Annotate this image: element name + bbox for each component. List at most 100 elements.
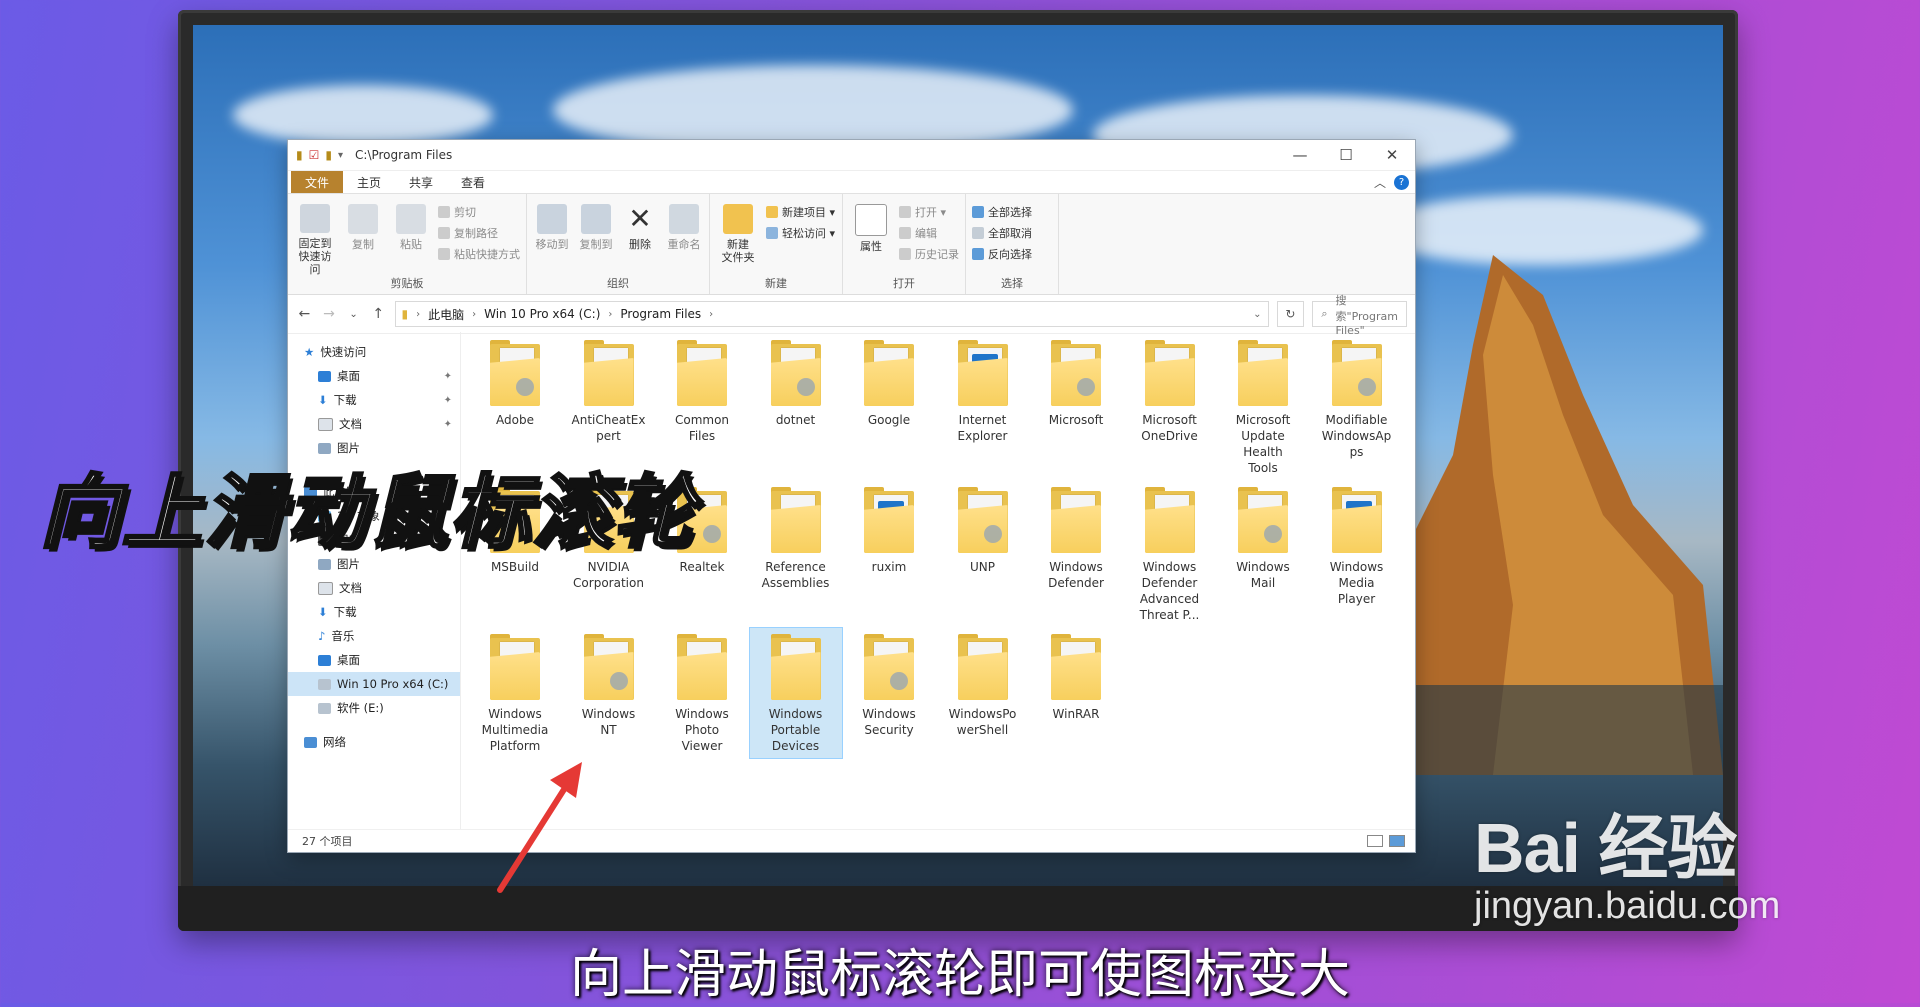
folder-item[interactable]: UNP bbox=[937, 481, 1029, 579]
folder-item[interactable]: Windows Portable Devices bbox=[748, 627, 843, 759]
folder-item[interactable]: Common Files bbox=[656, 334, 748, 448]
breadcrumb-this-pc[interactable]: 此电脑 bbox=[428, 306, 464, 323]
close-button[interactable]: ✕ bbox=[1369, 146, 1415, 164]
open-button[interactable]: 打开 ▾ bbox=[899, 204, 959, 220]
tab-file[interactable]: 文件 bbox=[291, 171, 344, 193]
folder-icon bbox=[677, 634, 727, 700]
address-dropdown-icon[interactable]: ⌄ bbox=[1253, 309, 1261, 320]
folder-icon bbox=[864, 487, 914, 553]
select-none-button[interactable]: 全部取消 bbox=[972, 225, 1032, 241]
folder-item[interactable]: Reference Assemblies bbox=[750, 481, 842, 595]
folder-item[interactable]: Microsoft Update Health Tools bbox=[1217, 334, 1309, 480]
nav-pc-downloads[interactable]: ⬇ 下载 bbox=[288, 600, 460, 624]
edit-button[interactable]: 编辑 bbox=[899, 225, 959, 241]
refresh-icon[interactable]: ↻ bbox=[1276, 301, 1305, 327]
up-arrow-icon[interactable]: ↑ bbox=[370, 306, 387, 322]
nav-drive-c[interactable]: Win 10 Pro x64 (C:) bbox=[288, 672, 460, 696]
tab-view[interactable]: 查看 bbox=[447, 171, 499, 193]
recent-dropdown-icon[interactable]: ⌄ bbox=[345, 309, 362, 320]
properties-check-icon bbox=[855, 204, 887, 236]
folder-item[interactable]: Microsoft bbox=[1030, 334, 1122, 432]
folder-item[interactable]: Internet Explorer bbox=[937, 334, 1029, 448]
breadcrumb-program-files[interactable]: Program Files bbox=[620, 307, 701, 321]
folder-item[interactable]: Google bbox=[843, 334, 935, 432]
folder-label: WindowsPo werShell bbox=[948, 707, 1017, 737]
new-folder-button[interactable]: 新建 文件夹 bbox=[716, 198, 760, 276]
minimize-button[interactable]: — bbox=[1277, 146, 1323, 164]
folder-label: Windows Photo Viewer bbox=[675, 707, 729, 753]
pin-to-quick-access-button[interactable]: 固定到 快速访问 bbox=[294, 198, 336, 276]
nav-quick-access[interactable]: ★ 快速访问 bbox=[288, 340, 460, 364]
folder-item[interactable]: Windows Defender Advanced Threat P... bbox=[1124, 481, 1216, 627]
folder-item[interactable]: Windows Photo Viewer bbox=[656, 628, 748, 758]
folder-label: Windows Defender bbox=[1048, 560, 1104, 590]
nav-drive-e[interactable]: 软件 (E:) bbox=[288, 696, 460, 720]
properties-button[interactable]: 属性 bbox=[849, 198, 893, 276]
qa-dropdown-icon[interactable]: ▾ bbox=[338, 150, 343, 161]
pin-icon: ✦ bbox=[443, 418, 452, 430]
folder-item[interactable]: Windows Media Player bbox=[1311, 481, 1403, 611]
nav-pc-documents[interactable]: 文档 bbox=[288, 576, 460, 600]
file-list: Adobe AntiCheatEx pert Common Files dotnet G… bbox=[461, 332, 1415, 830]
folder-icon bbox=[1051, 634, 1101, 700]
folder-item[interactable]: Windows Security bbox=[843, 628, 935, 742]
folder-item[interactable]: Microsoft OneDrive bbox=[1124, 334, 1216, 448]
folder-item[interactable]: WinRAR bbox=[1030, 628, 1122, 726]
folder-item[interactable]: dotnet bbox=[750, 334, 842, 432]
folder-item[interactable]: Windows Multimedia Platform bbox=[469, 628, 561, 758]
rename-button[interactable]: 重命名 bbox=[665, 198, 703, 276]
folder-icon: ▮ bbox=[296, 148, 303, 162]
copy-button[interactable]: 复制 bbox=[342, 198, 384, 276]
nav-network[interactable]: 网络 bbox=[288, 730, 460, 754]
paste-button[interactable]: 粘贴 bbox=[390, 198, 432, 276]
help-icon[interactable]: ? bbox=[1394, 174, 1409, 190]
folder-icon bbox=[1331, 487, 1382, 553]
new-item-button[interactable]: 新建项目 ▾ bbox=[766, 204, 835, 220]
maximize-button[interactable]: ☐ bbox=[1323, 146, 1369, 164]
folder-item[interactable]: AntiCheatEx pert bbox=[563, 334, 655, 448]
pin-icon: ✦ bbox=[443, 370, 452, 382]
address-bar[interactable]: ▮ › 此电脑 › Win 10 Pro x64 (C:) › Program … bbox=[394, 301, 1269, 327]
nav-desktop[interactable]: 桌面 ✦ bbox=[288, 364, 460, 388]
tab-home[interactable]: 主页 bbox=[343, 171, 395, 193]
history-button[interactable]: 历史记录 bbox=[899, 246, 959, 262]
nav-documents[interactable]: 文档 ✦ bbox=[288, 412, 460, 436]
nav-downloads[interactable]: ⬇ 下载 ✦ bbox=[288, 388, 460, 412]
forward-arrow-icon[interactable]: → bbox=[321, 306, 338, 322]
folder-label: Windows Defender Advanced Threat P... bbox=[1139, 560, 1200, 622]
folder-item[interactable]: Windows NT bbox=[563, 628, 655, 742]
cut-button[interactable]: 剪切 bbox=[438, 204, 520, 220]
nav-pc-desktop[interactable]: 桌面 bbox=[288, 648, 460, 672]
move-to-button[interactable]: 移动到 bbox=[533, 198, 571, 276]
folder-label: dotnet bbox=[775, 413, 816, 427]
move-to-icon bbox=[537, 204, 567, 234]
select-none-icon bbox=[972, 227, 984, 239]
delete-button[interactable]: ✕ 删除 bbox=[621, 198, 659, 276]
folder-item[interactable]: Modifiable WindowsAp ps bbox=[1311, 334, 1403, 464]
folder-item[interactable]: Windows Defender bbox=[1030, 481, 1122, 595]
details-view-icon[interactable] bbox=[1367, 835, 1383, 847]
folder-label: Windows Mail bbox=[1236, 560, 1290, 590]
breadcrumb-drive-c[interactable]: Win 10 Pro x64 (C:) bbox=[484, 307, 600, 321]
tab-share[interactable]: 共享 bbox=[395, 171, 447, 193]
invert-selection-button[interactable]: 反向选择 bbox=[972, 246, 1032, 262]
folder-icon bbox=[864, 340, 914, 406]
paste-shortcut-button[interactable]: 粘贴快捷方式 bbox=[438, 246, 520, 262]
properties-qa-icon[interactable]: ☑ bbox=[309, 148, 320, 162]
search-input[interactable]: ⌕ 搜索"Program Files" bbox=[1312, 294, 1408, 337]
nav-music[interactable]: ♪ 音乐 bbox=[288, 624, 460, 648]
copy-to-button[interactable]: 复制到 bbox=[577, 198, 615, 276]
back-arrow-icon[interactable]: ← bbox=[296, 306, 313, 322]
select-all-button[interactable]: 全部选择 bbox=[972, 204, 1032, 220]
folder-item[interactable]: WindowsPo werShell bbox=[937, 628, 1029, 742]
collapse-ribbon-icon[interactable]: ︿ bbox=[1374, 174, 1386, 191]
folder-item[interactable]: ruxim bbox=[843, 481, 935, 579]
large-icons-view-icon[interactable] bbox=[1389, 835, 1405, 847]
easy-access-button[interactable]: 轻松访问 ▾ bbox=[766, 225, 835, 241]
copy-path-button[interactable]: 复制路径 bbox=[438, 225, 520, 241]
folder-item[interactable]: Adobe bbox=[469, 334, 561, 432]
watermark-url: jingyan.baidu.com bbox=[1474, 885, 1781, 927]
new-folder-qa-icon[interactable]: ▮ bbox=[325, 148, 332, 162]
folder-item[interactable]: Windows Mail bbox=[1217, 481, 1309, 595]
history-icon bbox=[899, 248, 911, 260]
